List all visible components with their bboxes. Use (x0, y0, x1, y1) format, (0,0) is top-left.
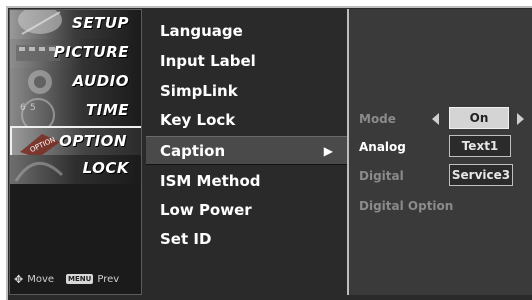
caption-mode-label: Mode (359, 112, 396, 126)
menu-item-set-id[interactable]: Set ID (146, 225, 347, 254)
arrow-left-icon[interactable] (432, 113, 439, 125)
caption-digital-option-row[interactable]: Digital Option (359, 194, 532, 218)
menu-item-simplink[interactable]: SimpLink (146, 77, 347, 106)
menu-item-ism-method[interactable]: ISM Method (146, 167, 347, 196)
submenu-arrow-icon: ▶ (323, 144, 333, 158)
category-picture[interactable]: PICTURE (10, 39, 141, 68)
caption-analog-label: Analog (359, 140, 406, 154)
category-setup[interactable]: SETUP (10, 10, 141, 39)
category-lock[interactable]: LOCK (10, 155, 141, 184)
category-time[interactable]: 6 5 TIME (10, 97, 141, 126)
menu-item-label: Input Label (160, 52, 256, 70)
menu-item-language[interactable]: Language (146, 17, 347, 46)
option-menu: Language Input Label SimpLink Key Lock C… (146, 9, 347, 295)
move-label: Move (27, 273, 55, 285)
caption-mode-value[interactable]: On (449, 107, 509, 129)
menu-item-label: Caption (160, 142, 226, 160)
caption-digital-row: Digital Service3 (359, 164, 532, 188)
dpad-move-icon: ✥ (14, 272, 24, 286)
menu-item-label: ISM Method (160, 172, 261, 190)
caption-digital-value[interactable]: Service3 (449, 164, 513, 186)
caption-digital-option-label: Digital Option (359, 199, 454, 213)
caption-analog-value[interactable]: Text1 (449, 135, 511, 157)
svg-text:5: 5 (30, 103, 36, 113)
menu-item-caption[interactable]: Caption ▶ (146, 136, 347, 165)
menu-item-low-power[interactable]: Low Power (146, 196, 347, 225)
svg-text:6: 6 (20, 103, 26, 113)
menu-item-label: SimpLink (160, 82, 238, 100)
menu-item-label: Set ID (160, 230, 212, 248)
caption-digital-label: Digital (359, 169, 404, 183)
menu-key-icon: MENU (66, 274, 94, 284)
caption-mode-row: Mode On (359, 107, 532, 131)
category-option[interactable]: OPTION OPTION (10, 126, 141, 157)
caption-analog-row: Analog Text1 (359, 135, 532, 159)
menu-item-label: Key Lock (160, 111, 236, 129)
nav-hint-footer: ✥ Move MENU Prev (14, 270, 139, 288)
menu-item-input-label[interactable]: Input Label (146, 47, 347, 76)
menu-item-label: Low Power (160, 201, 252, 219)
caption-panel: Mode On Analog Text1 Digital Service3 Di… (349, 9, 532, 295)
prev-label: Prev (97, 273, 120, 285)
menu-item-key-lock[interactable]: Key Lock (146, 106, 347, 135)
arrow-right-icon[interactable] (517, 113, 524, 125)
category-audio[interactable]: AUDIO (10, 68, 141, 97)
category-sidebar: SETUP PICTURE AUDIO 6 5 TIME OPTION OPTI… (9, 9, 142, 295)
menu-item-label: Language (160, 22, 243, 40)
